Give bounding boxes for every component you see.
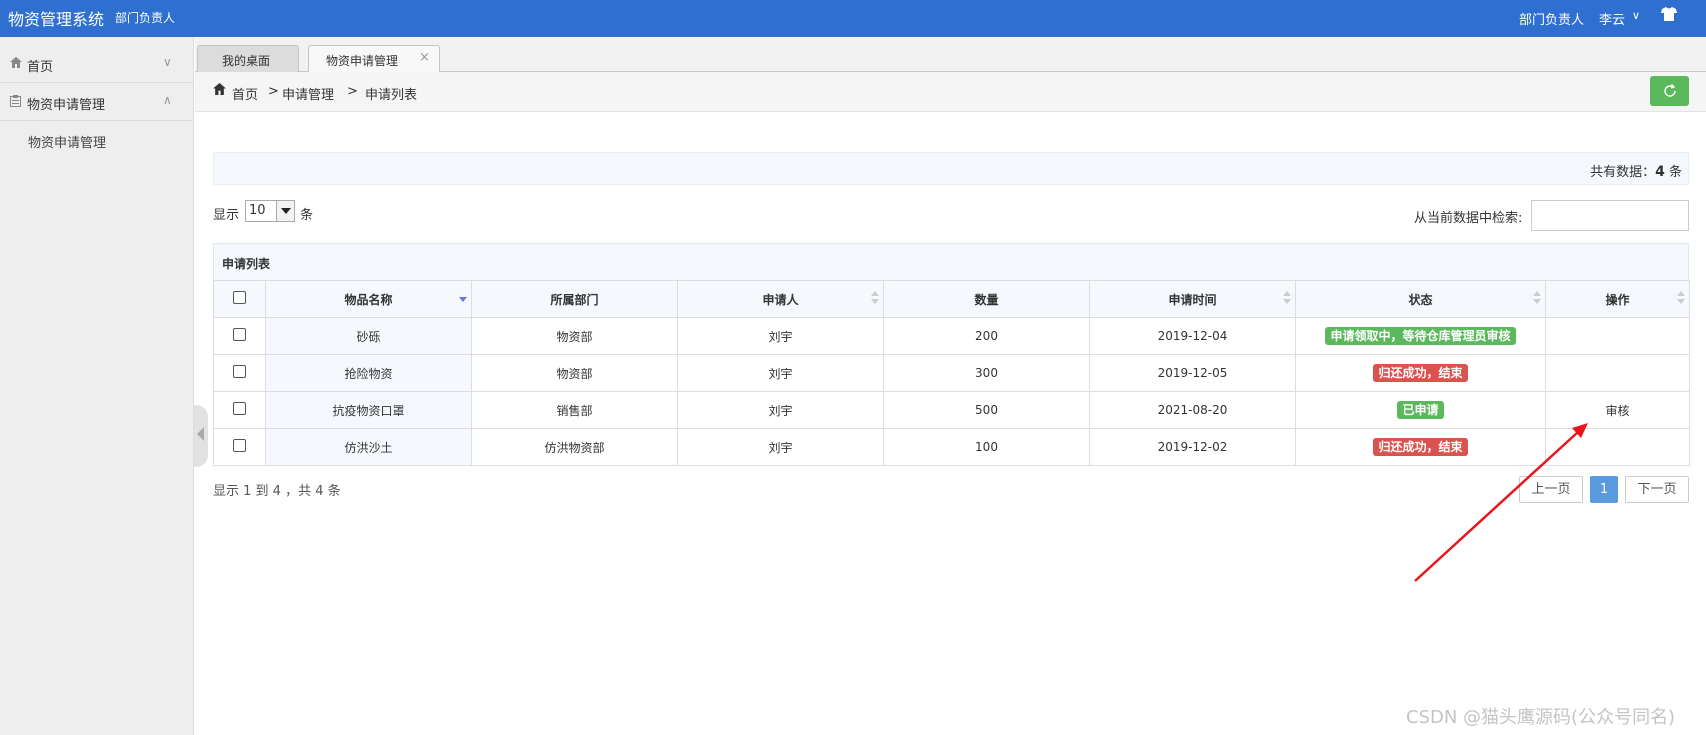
annotation-arrow <box>1414 423 1588 582</box>
watermark: CSDN @猫头鹰源码(公众号同名) <box>1406 707 1676 728</box>
